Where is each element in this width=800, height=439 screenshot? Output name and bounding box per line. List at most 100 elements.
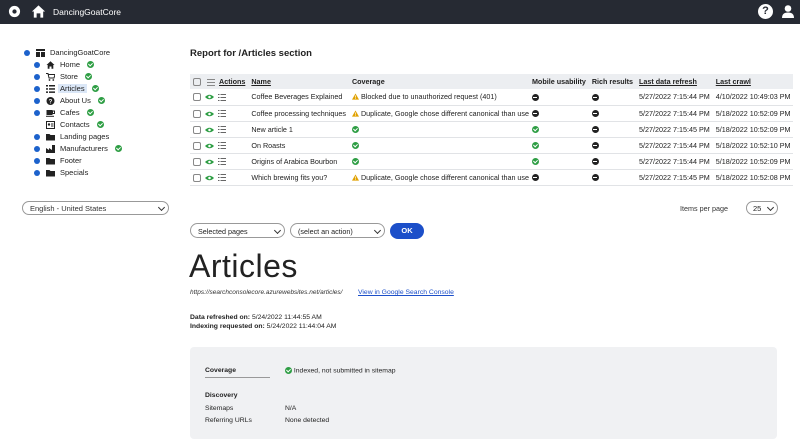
expand-toggle[interactable] (34, 145, 40, 152)
eye-icon[interactable] (205, 143, 214, 149)
gear-icon[interactable] (8, 5, 21, 18)
list-icon[interactable] (218, 174, 226, 182)
row-mobile (528, 137, 589, 154)
help-icon[interactable]: ? (758, 4, 773, 19)
tree-node[interactable]: Articles (34, 83, 99, 94)
row-name[interactable]: Origins of Arabica Bourbon (248, 153, 349, 170)
expand-toggle[interactable] (34, 85, 40, 92)
expand-toggle[interactable] (34, 97, 40, 104)
row-actions (190, 121, 249, 138)
row-rich (588, 137, 637, 154)
row-name[interactable]: Which brewing fits you? (248, 169, 349, 186)
row-checkbox[interactable] (193, 173, 201, 182)
table-row[interactable]: Which brewing fits you? Duplicate, Google… (190, 169, 794, 186)
row-checkbox[interactable] (193, 93, 201, 102)
data-refreshed: Data refreshed on: 5/24/2022 11:44:55 AM (190, 314, 322, 321)
action-select[interactable]: (select an action) (290, 223, 385, 238)
tree-node[interactable]: Landing pages (34, 131, 111, 142)
contacts-icon (46, 120, 58, 129)
tree-node-label[interactable]: Home (58, 60, 82, 69)
eye-icon[interactable] (205, 111, 214, 117)
expand-toggle[interactable] (34, 73, 40, 80)
expand-toggle[interactable] (34, 133, 40, 140)
check-icon (285, 367, 292, 374)
row-mobile (528, 153, 589, 170)
tree-node[interactable]: Home (34, 59, 95, 70)
name-header[interactable]: Name (248, 74, 349, 89)
eye-icon[interactable] (205, 94, 214, 100)
question-icon: ? (46, 96, 58, 105)
indexing-requested-value: 5/24/2022 11:44:04 AM (266, 323, 337, 330)
list-icon[interactable] (218, 142, 226, 150)
home-icon[interactable] (31, 4, 46, 19)
eye-icon[interactable] (205, 159, 214, 165)
row-crawl: 4/10/2022 10:49:03 PM (712, 89, 794, 106)
tree-node[interactable]: Store (34, 71, 92, 82)
list-icon[interactable] (218, 126, 226, 134)
eye-icon[interactable] (205, 127, 214, 133)
list-icon[interactable] (218, 110, 226, 118)
row-name[interactable]: Coffee Beverages Explained (248, 89, 349, 106)
expand-toggle[interactable] (34, 61, 40, 68)
row-name[interactable]: New article 1 (248, 121, 349, 138)
tree-node-label[interactable]: Specials (58, 168, 90, 177)
expand-toggle[interactable] (34, 157, 40, 164)
crawl-header[interactable]: Last crawl (712, 74, 794, 89)
list-icon[interactable] (218, 158, 226, 166)
tree-node-label[interactable]: Articles (58, 84, 87, 93)
gsc-link[interactable]: View in Google Search Console (358, 289, 454, 296)
tree-node[interactable]: ? About Us (34, 95, 105, 106)
row-name[interactable]: On Roasts (248, 137, 349, 154)
tree-node[interactable]: Specials (34, 167, 90, 178)
table-row[interactable]: Coffee Beverages Explained Blocked due to… (190, 89, 794, 106)
blocked-icon (531, 110, 539, 118)
blocked-icon (591, 126, 599, 134)
row-checkbox[interactable] (193, 141, 201, 150)
select-all-checkbox[interactable] (193, 78, 201, 87)
list-icon[interactable] (218, 93, 226, 101)
tree-node-label[interactable]: Cafes (58, 108, 82, 117)
row-crawl: 5/18/2022 10:52:10 PM (712, 137, 794, 154)
tree-node[interactable]: Contacts (34, 119, 104, 130)
row-rich (588, 121, 637, 138)
language-select[interactable]: English - United States (22, 201, 169, 215)
row-name[interactable]: Coffee processing techniques (248, 105, 349, 122)
eye-icon[interactable] (205, 175, 214, 181)
tree-node-label[interactable]: Contacts (58, 120, 92, 129)
row-actions (190, 137, 249, 154)
row-checkbox[interactable] (193, 109, 201, 118)
row-checkbox[interactable] (193, 125, 201, 134)
refresh-header[interactable]: Last data refresh (636, 74, 713, 89)
row-mobile (528, 121, 589, 138)
tree-node-label[interactable]: About Us (58, 96, 93, 105)
coverage-value-text: Indexed, not submitted in sitemap (293, 367, 396, 375)
table-row[interactable]: On Roasts 5/27/2022 7:15:44 PM 5/18/2022 1… (190, 137, 794, 154)
tree-node[interactable]: DancingGoatCore (24, 47, 112, 58)
site-name[interactable]: DancingGoatCore (53, 7, 121, 17)
row-refresh: 5/27/2022 7:15:45 PM (636, 121, 713, 138)
expand-toggle[interactable] (34, 169, 40, 176)
actions-header: Actions (190, 74, 249, 89)
tree-node-label[interactable]: Manufacturers (58, 144, 110, 153)
table-row[interactable]: Coffee processing techniques Duplicate, G… (190, 105, 794, 122)
expand-toggle[interactable] (34, 109, 40, 116)
tree-node[interactable]: Cafes (34, 107, 94, 118)
row-checkbox[interactable] (193, 157, 201, 166)
check-icon (97, 97, 105, 104)
tree-node[interactable]: Manufacturers (34, 143, 122, 154)
ok-button[interactable]: OK (390, 223, 424, 239)
pages-select[interactable]: Selected pages (190, 223, 285, 238)
tree-node-label[interactable]: DancingGoatCore (48, 48, 112, 57)
items-per-page-select[interactable]: 25 (746, 201, 778, 215)
indexing-requested-label: Indexing requested on: (190, 323, 265, 330)
table-row[interactable]: New article 1 5/27/2022 7:15:45 PM 5/18/20… (190, 121, 794, 138)
expand-toggle[interactable] (24, 49, 30, 56)
blocked-icon (591, 142, 599, 150)
tree-node-label[interactable]: Footer (58, 156, 84, 165)
table-row[interactable]: Origins of Arabica Bourbon 5/27/2022 7:15… (190, 153, 794, 170)
user-icon[interactable] (781, 4, 795, 19)
actions-header-label[interactable]: Actions (219, 77, 245, 86)
tree-node-label[interactable]: Landing pages (58, 132, 111, 141)
tree-node-label[interactable]: Store (58, 72, 80, 81)
tree-node[interactable]: Footer (34, 155, 84, 166)
